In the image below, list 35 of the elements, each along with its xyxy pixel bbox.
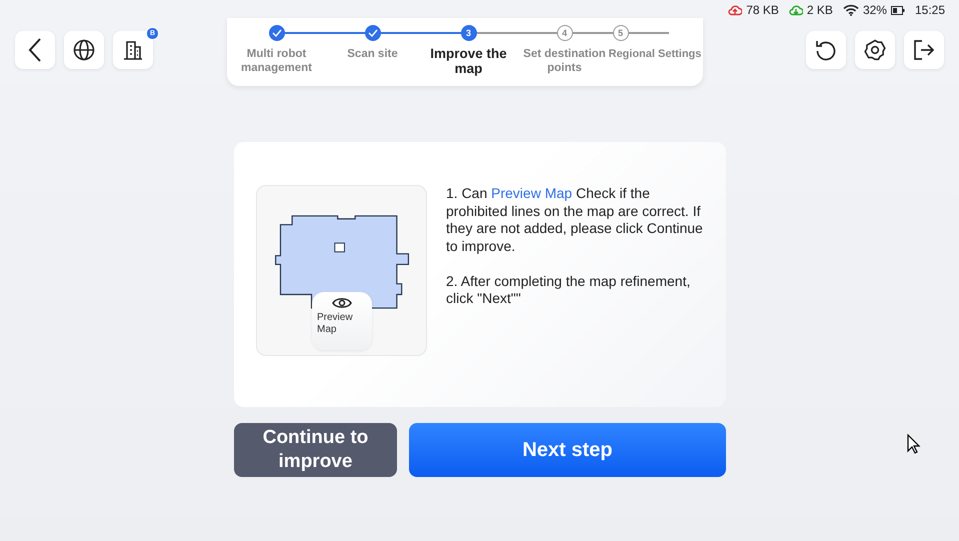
cursor-icon: [907, 434, 921, 454]
wifi-icon: [842, 4, 859, 16]
eye-icon: [332, 296, 352, 310]
battery-icon: [890, 6, 905, 14]
step-label: Multi robot management: [240, 47, 313, 75]
undo-icon: [815, 39, 837, 61]
building-icon: [123, 40, 143, 60]
globe-icon: [73, 39, 95, 61]
back-button[interactable]: [15, 31, 55, 69]
step-label: Regional Settings: [608, 47, 702, 61]
step-number: 5: [612, 25, 628, 41]
upload-cloud-icon: [728, 4, 742, 16]
settings-button[interactable]: [855, 31, 895, 69]
preview-map-button[interactable]: Preview Map: [312, 292, 372, 350]
instruction-text: 1. Can Preview Map Check if the prohibited lines on the map are correct. If they are not added, please click Continue to improve.: [446, 185, 703, 255]
upload-speed: 78 KB: [746, 3, 779, 17]
download-speed: 2 KB: [806, 3, 833, 17]
exit-button[interactable]: [904, 31, 944, 69]
preview-map-link[interactable]: Preview Map: [491, 185, 572, 201]
step-label: Scan site: [347, 47, 398, 61]
next-step-button[interactable]: Next step: [409, 423, 726, 477]
instruction-text: 2. After completing the map refinement, click "Next"": [446, 272, 692, 308]
logout-icon: [913, 39, 935, 61]
reset-button[interactable]: [806, 31, 846, 69]
step-number: 4: [556, 25, 572, 41]
battery-percent: 32%: [862, 3, 887, 17]
building-button[interactable]: [113, 31, 153, 69]
continue-button[interactable]: Continue to improve: [234, 423, 397, 477]
back-icon: [28, 38, 42, 62]
download-cloud-icon: [788, 4, 803, 16]
language-button[interactable]: [64, 31, 104, 69]
settings-icon: [864, 39, 886, 61]
clock-time: 15:25: [914, 3, 945, 17]
step-number: 3: [460, 25, 476, 41]
step-label: Improve the map: [429, 46, 508, 76]
